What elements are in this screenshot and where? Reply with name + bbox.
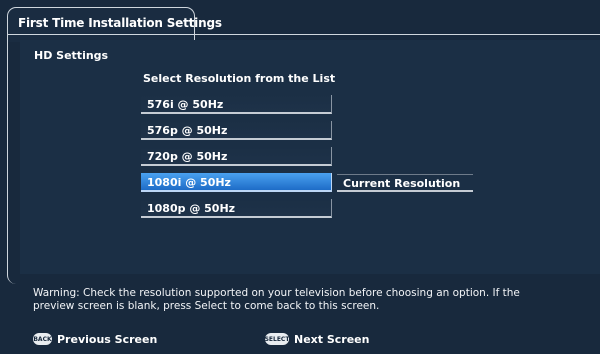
previous-screen-button[interactable]: BACK Previous Screen <box>33 331 157 347</box>
window-title: First Time Installation Settings <box>18 16 222 30</box>
select-key-icon: SELECT <box>265 333 289 345</box>
resolution-option-label: 720p @ 50Hz <box>147 150 228 163</box>
warning-text: Warning: Check the resolution supported … <box>33 287 520 312</box>
current-resolution-label: Current Resolution <box>343 177 461 190</box>
resolution-option-label: 576p @ 50Hz <box>147 124 228 137</box>
resolution-option-1080i[interactable]: 1080i @ 50Hz <box>141 173 332 192</box>
resolution-option-576i[interactable]: 576i @ 50Hz <box>141 95 332 114</box>
resolution-option-label: 1080p @ 50Hz <box>147 202 236 215</box>
list-heading: Select Resolution from the List <box>143 72 336 85</box>
resolution-option-1080p[interactable]: 1080p @ 50Hz <box>141 199 332 218</box>
resolution-option-576p[interactable]: 576p @ 50Hz <box>141 121 332 140</box>
next-screen-label: Next Screen <box>294 332 370 346</box>
next-screen-button[interactable]: SELECT Next Screen <box>265 331 370 347</box>
current-resolution-indicator: Current Resolution <box>337 174 473 192</box>
back-key-icon: BACK <box>33 333 52 345</box>
resolution-option-720p[interactable]: 720p @ 50Hz <box>141 147 332 166</box>
previous-screen-label: Previous Screen <box>57 332 158 346</box>
resolution-option-label: 1080i @ 50Hz <box>147 176 231 189</box>
resolution-option-label: 576i @ 50Hz <box>147 98 224 111</box>
section-title: HD Settings <box>34 49 109 62</box>
